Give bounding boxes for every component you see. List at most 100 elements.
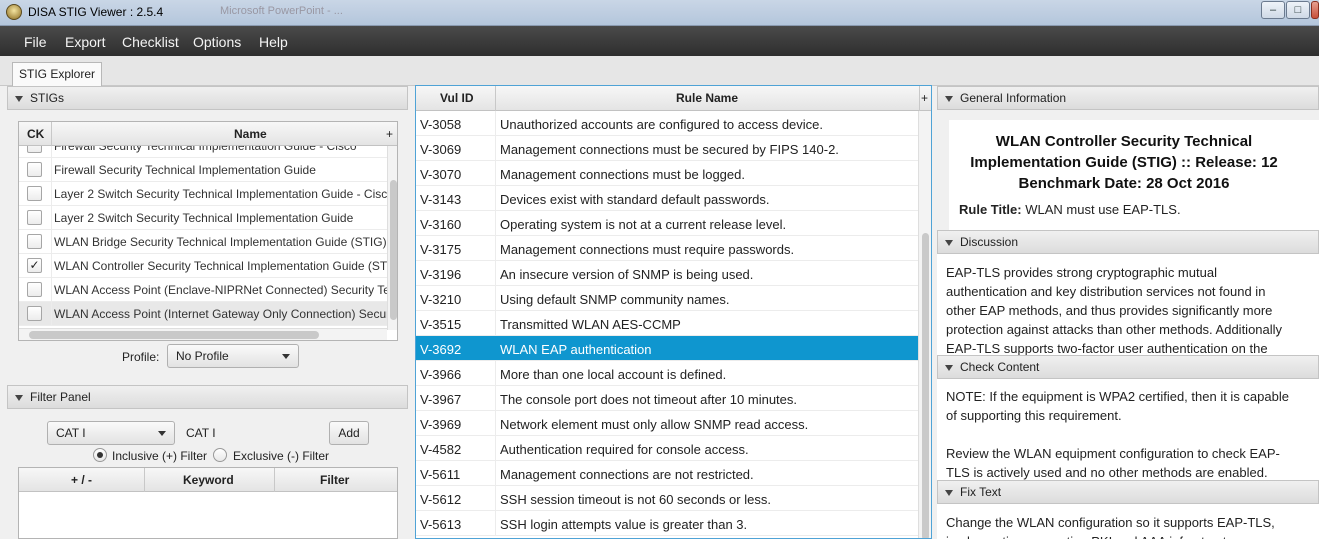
column-filter[interactable]: Filter xyxy=(320,473,349,487)
stig-list-hscroll[interactable] xyxy=(19,328,387,340)
stig-list-row[interactable]: Layer 2 Switch Security Technical Implem… xyxy=(19,206,389,230)
stig-list-row[interactable]: WLAN Bridge Security Technical Implement… xyxy=(19,230,389,254)
rule-name-cell: Management connections must be logged. xyxy=(500,167,745,182)
collapse-triangle-icon xyxy=(945,490,953,496)
rule-table-vscroll[interactable] xyxy=(918,111,931,538)
filter-table[interactable]: + / - Keyword Filter xyxy=(18,467,398,539)
profile-select-value: No Profile xyxy=(176,349,229,363)
rule-row[interactable]: V-3160 Operating system is not at a curre… xyxy=(416,211,918,236)
discussion-body: EAP-TLS provides strong cryptographic mu… xyxy=(937,254,1319,355)
tab-strip: STIG Explorer xyxy=(0,56,1319,86)
checkbox[interactable] xyxy=(27,210,42,225)
discussion-header[interactable]: Discussion xyxy=(937,230,1319,254)
column-divider xyxy=(51,302,52,325)
rule-row[interactable]: V-3196 An insecure version of SNMP is bei… xyxy=(416,261,918,286)
chevron-down-icon xyxy=(158,431,166,436)
rule-row[interactable]: V-3143 Devices exist with standard defaul… xyxy=(416,186,918,211)
column-rule-name[interactable]: Rule Name xyxy=(676,91,738,105)
rule-row[interactable]: V-5613 SSH login attempts value is greate… xyxy=(416,511,918,536)
column-divider xyxy=(51,278,52,301)
minimize-button[interactable]: – xyxy=(1261,1,1285,19)
checkbox-checked[interactable]: ✓ xyxy=(27,258,42,273)
stig-list-row[interactable]: Firewall Security Technical Implementati… xyxy=(19,146,389,158)
rule-row[interactable]: V-3058 Unauthorized accounts are configur… xyxy=(416,111,918,136)
menu-help[interactable]: Help xyxy=(259,34,288,50)
rule-row[interactable]: V-3515 Transmitted WLAN AES-CCMP xyxy=(416,311,918,336)
column-divider xyxy=(51,230,52,253)
general-info-title: General Information xyxy=(960,91,1067,105)
checkbox[interactable] xyxy=(27,186,42,201)
stig-list-hscroll-thumb[interactable] xyxy=(29,331,319,339)
profile-select[interactable]: No Profile xyxy=(167,344,299,368)
chevron-down-icon xyxy=(282,354,290,359)
column-divider xyxy=(51,158,52,181)
column-name[interactable]: Name xyxy=(234,127,267,141)
cat-select[interactable]: CAT I xyxy=(47,421,175,445)
stig-name: WLAN Bridge Security Technical Implement… xyxy=(54,235,387,249)
menu-options[interactable]: Options xyxy=(193,34,241,50)
rule-row[interactable]: V-3967 The console port does not timeout … xyxy=(416,386,918,411)
checkbox[interactable] xyxy=(27,282,42,297)
menu-export[interactable]: Export xyxy=(65,34,105,50)
rule-row[interactable]: V-3210 Using default SNMP community names… xyxy=(416,286,918,311)
check-content-header[interactable]: Check Content xyxy=(937,355,1319,379)
window-title: DISA STIG Viewer : 2.5.4 xyxy=(28,5,164,19)
vul-id-cell: V-4582 xyxy=(420,442,462,457)
rule-row[interactable]: V-3966 More than one local account is def… xyxy=(416,361,918,386)
close-button[interactable] xyxy=(1311,1,1319,19)
stig-list-row[interactable]: Firewall Security Technical Implementati… xyxy=(19,158,389,182)
menu-bar: File Export Checklist Options Help xyxy=(0,26,1319,56)
rule-row[interactable]: V-3175 Management connections must requir… xyxy=(416,236,918,261)
discussion-text-line: authentication and key distribution serv… xyxy=(946,284,1266,299)
fix-text-header[interactable]: Fix Text xyxy=(937,480,1319,504)
checkbox[interactable] xyxy=(27,162,42,177)
filter-pane-header[interactable]: Filter Panel xyxy=(7,385,408,409)
add-column-button[interactable]: + xyxy=(921,91,928,105)
checkbox[interactable] xyxy=(27,306,42,321)
stig-list-vscroll-thumb[interactable] xyxy=(390,180,397,320)
rule-name-cell: WLAN EAP authentication xyxy=(500,342,652,357)
collapse-triangle-icon xyxy=(945,96,953,102)
column-vul-id[interactable]: Vul ID xyxy=(440,91,474,105)
column-divider xyxy=(495,186,496,210)
rule-row[interactable]: V-3069 Management connections must be sec… xyxy=(416,136,918,161)
collapse-triangle-icon xyxy=(945,240,953,246)
add-filter-button[interactable]: Add xyxy=(329,421,369,445)
general-info-header[interactable]: General Information xyxy=(937,86,1319,110)
menu-checklist[interactable]: Checklist xyxy=(122,34,179,50)
checkbox[interactable] xyxy=(27,146,42,153)
exclusive-radio[interactable] xyxy=(213,448,227,462)
stig-list-row[interactable]: WLAN Access Point (Internet Gateway Only… xyxy=(19,302,389,326)
column-divider xyxy=(495,211,496,235)
column-plus-minus[interactable]: + / - xyxy=(71,473,92,487)
rule-row[interactable]: V-3070 Management connections must be log… xyxy=(416,161,918,186)
vul-id-cell: V-3143 xyxy=(420,192,462,207)
column-keyword[interactable]: Keyword xyxy=(183,473,234,487)
maximize-button[interactable]: □ xyxy=(1286,1,1310,19)
rule-row[interactable]: V-5611 Management connections are not res… xyxy=(416,461,918,486)
add-column-button[interactable]: + xyxy=(386,127,393,141)
column-divider xyxy=(51,182,52,205)
stig-list-row[interactable]: Layer 2 Switch Security Technical Implem… xyxy=(19,182,389,206)
column-divider xyxy=(495,111,496,135)
column-ck[interactable]: CK xyxy=(27,127,44,141)
rule-table-vscroll-thumb[interactable] xyxy=(922,233,929,538)
vul-id-cell: V-3967 xyxy=(420,392,462,407)
stig-list[interactable]: CK Name + Firewall Security Technical Im… xyxy=(18,121,398,341)
check-content-text-line: NOTE: If the equipment is WPA2 certified… xyxy=(946,389,1289,404)
inclusive-radio[interactable] xyxy=(93,448,107,462)
rule-name-cell: Transmitted WLAN AES-CCMP xyxy=(500,317,681,332)
menu-file[interactable]: File xyxy=(24,34,47,50)
rule-row[interactable]: V-3692 WLAN EAP authentication xyxy=(416,336,918,361)
stig-list-row[interactable]: WLAN Access Point (Enclave-NIPRNet Conne… xyxy=(19,278,389,302)
rule-name-cell: Devices exist with standard default pass… xyxy=(500,192,770,207)
tab-stig-explorer[interactable]: STIG Explorer xyxy=(12,62,103,86)
stigs-pane-header[interactable]: STIGs xyxy=(7,86,408,110)
stig-list-row[interactable]: ✓ WLAN Controller Security Technical Impl… xyxy=(19,254,389,278)
checkbox[interactable] xyxy=(27,234,42,249)
rule-table[interactable]: Vul ID Rule Name + V-3058 Unauthorized ac… xyxy=(415,85,932,539)
rule-row[interactable]: V-5612 SSH session timeout is not 60 seco… xyxy=(416,486,918,511)
stig-list-vscroll[interactable] xyxy=(387,146,397,330)
rule-row[interactable]: V-4582 Authentication required for consol… xyxy=(416,436,918,461)
rule-row[interactable]: V-3969 Network element must only allow SN… xyxy=(416,411,918,436)
